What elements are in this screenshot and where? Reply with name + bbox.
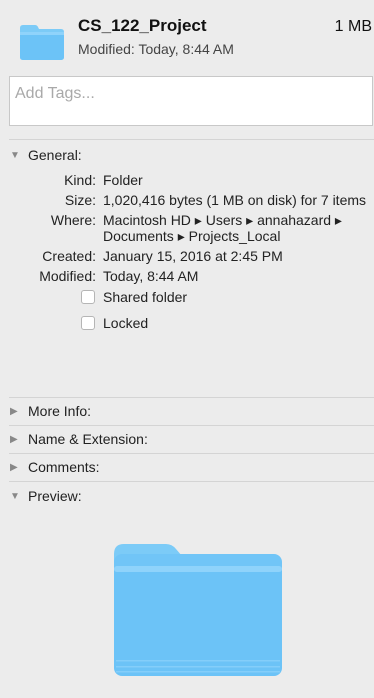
size-value: 1,020,416 bytes (1 MB on disk) for 7 ite… [103, 192, 367, 208]
disclosure-triangle-right-icon[interactable]: ▶ [10, 462, 20, 473]
section-label-name-extension: Name & Extension: [28, 431, 148, 447]
modified-label: Modified: [39, 268, 96, 284]
section-header-preview[interactable]: ▼ Preview: [9, 488, 374, 504]
section-header-name-extension[interactable]: ▶ Name & Extension: [9, 431, 374, 447]
section-divider [9, 453, 374, 454]
size-row: Size: 1,020,416 bytes (1 MB on disk) for… [9, 192, 369, 208]
section-divider [9, 481, 374, 482]
section-divider [9, 425, 374, 426]
disclosure-triangle-down-icon[interactable]: ▼ [10, 150, 20, 161]
tags-field-container [9, 76, 373, 126]
locked-option[interactable]: Locked [81, 312, 369, 334]
section-label-general: General: [28, 147, 82, 163]
locked-checkbox[interactable] [81, 316, 95, 330]
where-label: Where: [50, 212, 96, 228]
modified-row: Modified: Today, 8:44 AM [9, 268, 369, 284]
disclosure-triangle-down-icon[interactable]: ▼ [10, 491, 20, 502]
modified-value: Today, 8:44 AM [103, 268, 199, 284]
where-row: Where: Macintosh HD ▸ Users ▸ annahazard… [9, 212, 369, 244]
kind-value: Folder [103, 172, 143, 188]
locked-label: Locked [103, 315, 149, 331]
disclosure-triangle-right-icon[interactable]: ▶ [10, 434, 20, 445]
folder-icon [20, 25, 64, 60]
disclosure-triangle-right-icon[interactable]: ▶ [10, 406, 20, 417]
section-header-more-info[interactable]: ▶ More Info: [9, 403, 374, 419]
get-info-panel: CS_122_Project 1 MB Modified: Today, 8:4… [0, 0, 374, 698]
info-header: CS_122_Project 1 MB Modified: Today, 8:4… [0, 0, 374, 74]
general-section-body: Kind: Folder Size: 1,020,416 bytes (1 MB… [9, 172, 369, 334]
file-size: 1 MB [334, 18, 372, 35]
tags-input[interactable] [10, 77, 372, 107]
section-header-comments[interactable]: ▶ Comments: [9, 459, 374, 475]
size-label: Size: [64, 192, 96, 208]
created-label: Created: [42, 248, 96, 264]
shared-folder-checkbox[interactable] [81, 290, 95, 304]
created-value: January 15, 2016 at 2:45 PM [103, 248, 283, 264]
shared-folder-option[interactable]: Shared folder [81, 286, 369, 308]
folder-preview-icon [114, 544, 282, 676]
kind-label: Kind: [64, 172, 96, 188]
where-value: Macintosh HD ▸ Users ▸ annahazard ▸ Docu… [103, 212, 342, 244]
file-modified-date: Modified: Today, 8:44 AM [78, 41, 234, 57]
section-divider [9, 397, 374, 398]
shared-folder-label: Shared folder [103, 289, 188, 305]
created-row: Created: January 15, 2016 at 2:45 PM [9, 248, 369, 264]
section-divider [9, 139, 374, 140]
section-label-preview: Preview: [28, 488, 82, 504]
section-label-comments: Comments: [28, 459, 100, 475]
section-header-general[interactable]: ▼ General: [9, 147, 374, 163]
section-label-more-info: More Info: [28, 403, 92, 419]
file-name: CS_122_Project [78, 16, 207, 35]
kind-row: Kind: Folder [9, 172, 369, 188]
